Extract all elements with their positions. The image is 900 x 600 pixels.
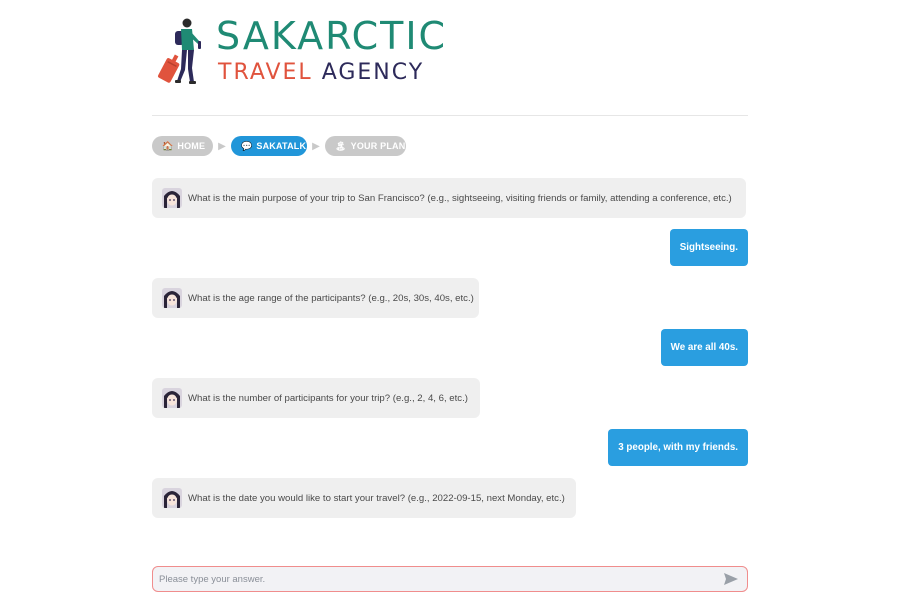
logo-subtitle-travel: TRAVEL (218, 60, 313, 85)
logo-subtitle-agency: AGENCY (321, 60, 425, 85)
bot-message-text: What is the age range of the participant… (188, 292, 474, 304)
house-icon: 🏠 (162, 140, 174, 151)
breadcrumb-separator-icon: ▶ (218, 140, 226, 152)
traveler-with-suitcase-icon (156, 16, 208, 86)
chat-input-container (152, 566, 748, 592)
bot-message-text: What is the main purpose of your trip to… (188, 192, 732, 204)
breadcrumb-home[interactable]: 🏠 HOME (152, 136, 213, 156)
header-divider (152, 115, 748, 116)
breadcrumb-separator-icon: ▶ (312, 140, 320, 152)
user-message: Sightseeing. (669, 229, 748, 266)
user-message: 3 people, with my friends. (608, 429, 748, 466)
bot-message: What is the date you would like to start… (152, 478, 576, 518)
user-message-text: Sightseeing. (679, 242, 738, 253)
breadcrumb-sakatalk-label: SAKATALK (256, 141, 307, 151)
bot-message: What is the number of participants for y… (152, 378, 480, 418)
user-message-text: 3 people, with my friends. (618, 442, 738, 453)
bot-message: What is the age range of the participant… (152, 278, 479, 318)
assistant-avatar-icon (162, 288, 182, 308)
logo: SAKARCTIC TRAVEL AGENCY (152, 14, 452, 90)
breadcrumb-home-label: HOME (177, 141, 206, 151)
breadcrumb: 🏠 HOME ▶ 💬 SAKATALK ▶ 🏝 YOUR PLAN (152, 136, 406, 156)
bot-message: What is the main purpose of your trip to… (152, 178, 746, 218)
speech-bubble-icon: 💬 (241, 140, 253, 151)
chat-input[interactable] (153, 568, 719, 590)
send-arrow-icon[interactable] (719, 567, 743, 591)
logo-title: SAKARCTIC (216, 14, 448, 58)
assistant-avatar-icon (162, 188, 182, 208)
logo-subtitle: TRAVEL AGENCY (218, 60, 424, 86)
beach-icon: 🏝 (335, 140, 347, 151)
assistant-avatar-icon (162, 488, 182, 508)
bot-message-text: What is the date you would like to start… (188, 492, 565, 504)
main-column: SAKARCTIC TRAVEL AGENCY 🏠 HOME ▶ 💬 SAKAT… (152, 0, 748, 600)
breadcrumb-your-plan-label: YOUR PLAN (350, 141, 406, 151)
user-message-text: We are all 40s. (670, 342, 738, 353)
assistant-avatar-icon (162, 388, 182, 408)
page: SAKARCTIC TRAVEL AGENCY 🏠 HOME ▶ 💬 SAKAT… (0, 0, 900, 600)
breadcrumb-your-plan[interactable]: 🏝 YOUR PLAN (325, 136, 406, 156)
breadcrumb-sakatalk[interactable]: 💬 SAKATALK (231, 136, 307, 156)
user-message: We are all 40s. (660, 329, 748, 366)
bot-message-text: What is the number of participants for y… (188, 392, 468, 404)
